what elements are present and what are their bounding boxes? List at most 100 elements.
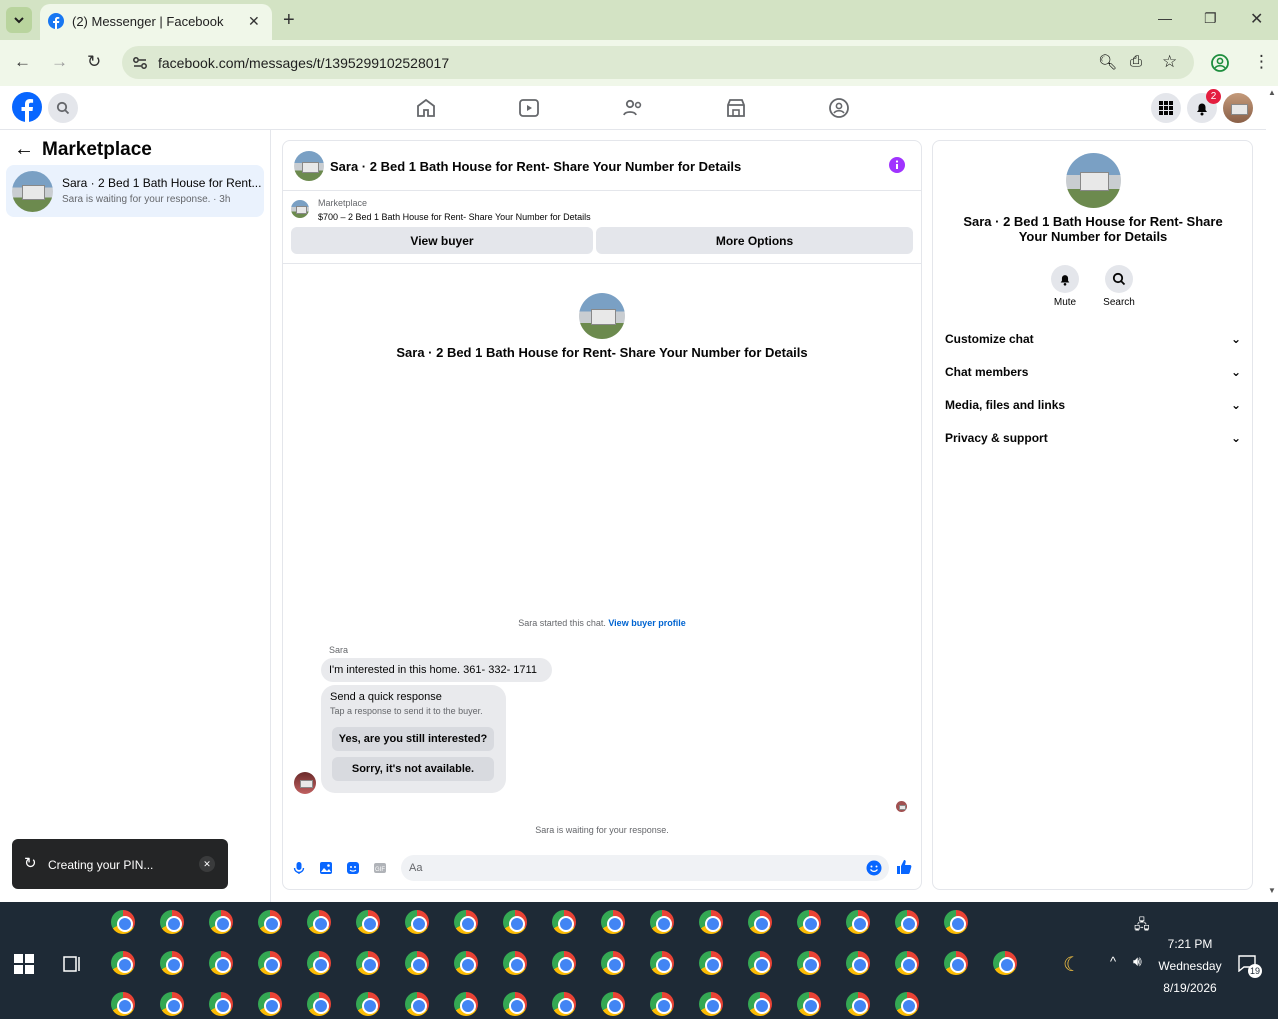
taskbar-app-icon[interactable]: [552, 951, 576, 975]
thumbs-up-icon[interactable]: [896, 859, 912, 875]
taskbar-app-icon[interactable]: [160, 910, 184, 934]
taskbar-app-icon[interactable]: [111, 910, 135, 934]
taskbar-app-icon[interactable]: [601, 910, 625, 934]
view-buyer-button[interactable]: View buyer: [291, 227, 593, 254]
quick-reply-not-available-button[interactable]: Sorry, it's not available.: [332, 757, 494, 781]
photo-icon[interactable]: [319, 861, 333, 875]
taskbar-app-icon[interactable]: [552, 992, 576, 1016]
menu-kebab-icon[interactable]: ⋮: [1253, 52, 1270, 72]
taskbar-app-icon[interactable]: [356, 910, 380, 934]
taskbar-app-icon[interactable]: [160, 992, 184, 1016]
taskbar-app-icon[interactable]: [552, 910, 576, 934]
taskbar-app-icon[interactable]: [307, 951, 331, 975]
groups-icon[interactable]: [827, 96, 851, 120]
taskbar-app-icon[interactable]: [111, 992, 135, 1016]
taskbar-app-icon[interactable]: [209, 910, 233, 934]
zoom-icon[interactable]: 🔍︎: [1098, 53, 1117, 71]
taskbar-app-icon[interactable]: [748, 951, 772, 975]
taskbar-app-icon[interactable]: [601, 951, 625, 975]
network-icon[interactable]: 🖧︎: [1134, 914, 1150, 938]
close-window-button[interactable]: ✕: [1250, 9, 1263, 29]
video-icon[interactable]: [517, 96, 541, 120]
restore-button[interactable]: ❐: [1204, 10, 1217, 27]
taskbar-app-icon[interactable]: [650, 910, 674, 934]
taskbar-app-icon[interactable]: [356, 992, 380, 1016]
minimize-button[interactable]: —: [1158, 10, 1172, 26]
chat-title[interactable]: Sara · 2 Bed 1 Bath House for Rent- Shar…: [330, 159, 741, 174]
profile-icon[interactable]: [1211, 54, 1229, 72]
mute-button[interactable]: [1051, 265, 1079, 293]
taskbar-app-icon[interactable]: [307, 992, 331, 1016]
back-button[interactable]: ←: [14, 52, 31, 72]
taskbar-app-icon[interactable]: [454, 992, 478, 1016]
taskbar-app-icon[interactable]: [944, 951, 968, 975]
quick-reply-still-interested-button[interactable]: Yes, are you still interested?: [332, 727, 494, 751]
message-input[interactable]: Aa: [401, 855, 889, 881]
taskbar-app-icon[interactable]: [209, 951, 233, 975]
taskbar-app-icon[interactable]: [258, 992, 282, 1016]
view-buyer-profile-link[interactable]: View buyer profile: [608, 618, 685, 628]
search-button[interactable]: [48, 93, 78, 123]
system-clock[interactable]: 7:21 PM Wednesday 8/19/2026: [1152, 933, 1228, 999]
taskbar-app-icon[interactable]: [160, 951, 184, 975]
taskbar-app-icon[interactable]: [454, 910, 478, 934]
chat-header-thumbnail[interactable]: [294, 151, 324, 181]
taskbar-app-icon[interactable]: [748, 910, 772, 934]
accordion-media-files-links[interactable]: Media, files and links ⌄: [945, 398, 1241, 412]
taskbar-app-icon[interactable]: [454, 951, 478, 975]
info-profile-picture[interactable]: [1066, 153, 1121, 208]
taskbar-app-icon[interactable]: [846, 992, 870, 1016]
night-light-icon[interactable]: ☾: [1063, 952, 1081, 977]
reload-button[interactable]: ↻: [87, 52, 101, 72]
taskbar-app-icon[interactable]: [405, 992, 429, 1016]
conversation-item[interactable]: Sara · 2 Bed 1 Bath House for Rent... Sa…: [6, 165, 264, 217]
accordion-customize-chat[interactable]: Customize chat ⌄: [945, 332, 1241, 346]
taskbar-app-icon[interactable]: [650, 951, 674, 975]
taskbar-app-icon[interactable]: [503, 951, 527, 975]
taskbar-app-icon[interactable]: [356, 951, 380, 975]
taskbar-app-icon[interactable]: [895, 951, 919, 975]
taskbar-app-icon[interactable]: [846, 951, 870, 975]
taskbar-app-icon[interactable]: [699, 951, 723, 975]
taskbar-app-icon[interactable]: [111, 951, 135, 975]
address-bar[interactable]: facebook.com/messages/t/1395299102528017…: [122, 46, 1194, 79]
menu-button[interactable]: [1151, 93, 1181, 123]
emoji-icon[interactable]: [866, 860, 882, 876]
new-tab-button[interactable]: +: [283, 9, 295, 32]
install-app-icon[interactable]: ⎙: [1130, 53, 1142, 70]
windows-start-icon[interactable]: [14, 954, 34, 974]
forward-button[interactable]: →: [51, 52, 68, 72]
task-view-icon[interactable]: [62, 954, 82, 974]
taskbar-app-icon[interactable]: [944, 910, 968, 934]
taskbar-app-icon[interactable]: [405, 910, 429, 934]
taskbar-app-icon[interactable]: [503, 910, 527, 934]
listing-title[interactable]: $700 – 2 Bed 1 Bath House for Rent- Shar…: [318, 212, 591, 222]
more-options-button[interactable]: More Options: [596, 227, 913, 254]
taskbar-app-icon[interactable]: [748, 992, 772, 1016]
taskbar-app-icon[interactable]: [993, 951, 1017, 975]
taskbar-app-icon[interactable]: [258, 951, 282, 975]
search-conversation-button[interactable]: [1105, 265, 1133, 293]
taskbar-app-icon[interactable]: [895, 992, 919, 1016]
taskbar-app-icon[interactable]: [797, 910, 821, 934]
taskbar-app-icon[interactable]: [601, 992, 625, 1016]
accordion-chat-members[interactable]: Chat members ⌄: [945, 365, 1241, 379]
message-bubble[interactable]: I'm interested in this home. 361- 332- 1…: [321, 658, 552, 682]
taskbar-app-icon[interactable]: [209, 992, 233, 1016]
taskbar-app-icon[interactable]: [699, 910, 723, 934]
browser-tab-messenger[interactable]: (2) Messenger | Facebook ✕: [40, 4, 272, 40]
taskbar-app-icon[interactable]: [846, 910, 870, 934]
taskbar-app-icon[interactable]: [405, 951, 429, 975]
site-settings-icon[interactable]: [132, 55, 148, 71]
friends-icon[interactable]: [621, 96, 645, 120]
taskbar-app-icon[interactable]: [650, 992, 674, 1016]
tab-close-icon[interactable]: ✕: [248, 13, 260, 30]
taskbar-app-icon[interactable]: [895, 910, 919, 934]
tray-chevron-up-icon[interactable]: ^: [1110, 954, 1116, 969]
sender-avatar[interactable]: [294, 772, 316, 794]
bookmark-star-icon[interactable]: ☆: [1162, 52, 1177, 72]
taskbar-app-icon[interactable]: [797, 992, 821, 1016]
home-icon[interactable]: [414, 96, 438, 120]
taskbar-app-icon[interactable]: [258, 910, 282, 934]
volume-icon[interactable]: 🔊︎: [1133, 953, 1142, 970]
